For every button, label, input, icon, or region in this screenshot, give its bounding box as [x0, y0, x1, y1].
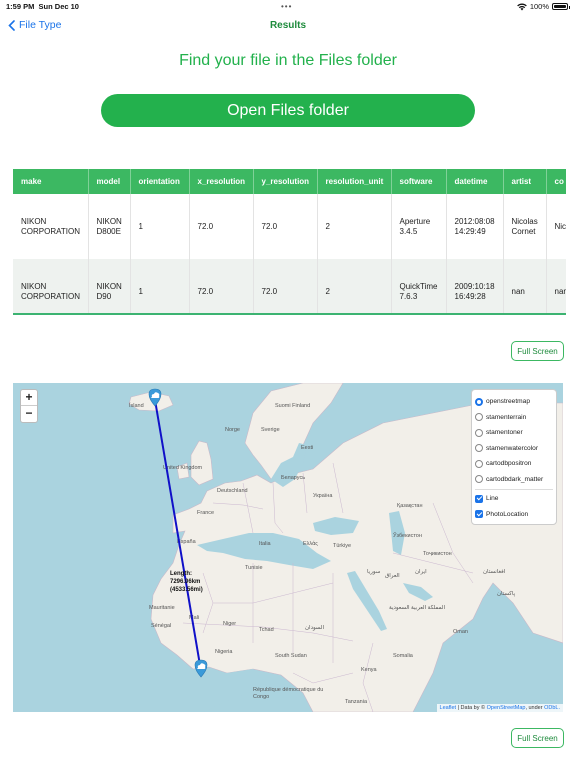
table-cell: Aperture 3.4.5	[391, 194, 447, 259]
layer-label: cartodbpositron	[486, 460, 532, 468]
column-header-y-resolution[interactable]: y_resolution	[253, 169, 318, 194]
column-header-copyright[interactable]: co	[546, 169, 566, 194]
layer-label: cartodbdark_matter	[486, 475, 544, 483]
table-cell: Nic Co	[546, 194, 566, 259]
table-cell: nan	[503, 259, 547, 313]
table-row: NIKON CORPORATION NIKON D800E 1 72.0 72.…	[13, 194, 566, 259]
map-full-screen-button[interactable]: Full Screen	[511, 728, 564, 748]
column-header-datetime[interactable]: datetime	[446, 169, 504, 194]
status-bar: 1:59 PM Sun Dec 10 ••• 100%	[0, 0, 576, 12]
table-cell: NIKON CORPORATION	[13, 259, 89, 313]
wifi-icon	[517, 3, 527, 10]
length-mi: (4533.56mi)	[170, 587, 203, 593]
battery-percent: 100%	[529, 2, 549, 11]
table-cell: 72.0	[189, 194, 254, 259]
route-length-label: Length: 7296.06km (4533.56mi)	[170, 570, 203, 594]
table-cell: 1	[130, 259, 190, 313]
layer-label: stamenterrain	[486, 413, 527, 421]
table-header-row: make model orientation x_resolution y_re…	[13, 169, 566, 194]
overlay-label: Line	[486, 495, 499, 503]
column-header-software[interactable]: software	[391, 169, 447, 194]
column-header-orientation[interactable]: orientation	[130, 169, 190, 194]
table-full-screen-button[interactable]: Full Screen	[511, 341, 564, 361]
map-view[interactable]: Ísland Suomi Finland Norge Sverige Eesti…	[13, 383, 563, 712]
radio-icon[interactable]	[475, 444, 483, 453]
radio-icon[interactable]	[475, 413, 483, 422]
table-cell: NIKON D90	[88, 259, 131, 313]
length-km: 7296.06km	[170, 579, 201, 585]
table-cell: 72.0	[189, 259, 254, 313]
attribution-text: , under	[525, 705, 545, 711]
layer-option-stamenterrain[interactable]: stamenterrain	[475, 410, 553, 426]
radio-selected-icon[interactable]	[475, 397, 483, 406]
checkbox-checked-icon[interactable]	[475, 494, 483, 503]
zoom-out-button[interactable]: −	[21, 406, 37, 422]
radio-icon[interactable]	[475, 459, 483, 468]
table-cell: 2	[317, 259, 392, 313]
column-header-x-resolution[interactable]: x_resolution	[189, 169, 254, 194]
photo-location-marker	[194, 659, 208, 678]
layer-option-cartodbpositron[interactable]: cartodbpositron	[475, 456, 553, 472]
layer-option-openstreetmap[interactable]: openstreetmap	[475, 394, 553, 410]
layer-option-cartodbdark-matter[interactable]: cartodbdark_matter	[475, 472, 553, 488]
multitasking-dots-icon[interactable]: •••	[281, 2, 292, 11]
layer-option-stamenwatercolor[interactable]: stamenwatercolor	[475, 441, 553, 457]
radio-icon[interactable]	[475, 475, 483, 484]
table-cell: Nicolas Cornet	[503, 194, 547, 259]
photo-location-marker	[148, 388, 162, 407]
odbl-link[interactable]: ODbL.	[544, 705, 560, 711]
open-files-folder-button[interactable]: Open Files folder	[101, 94, 475, 127]
layer-label: stamenwatercolor	[486, 444, 539, 452]
table-cell: 1	[130, 194, 190, 259]
layer-label: openstreetmap	[486, 398, 530, 406]
table-cell: nan	[546, 259, 566, 313]
column-header-artist[interactable]: artist	[503, 169, 547, 194]
length-title: Length:	[170, 571, 192, 577]
column-header-make[interactable]: make	[13, 169, 89, 194]
overlay-option-line[interactable]: Line	[475, 491, 553, 507]
layer-separator	[475, 489, 553, 490]
table-cell: NIKON CORPORATION	[13, 194, 89, 259]
attribution-text: | Data by ©	[456, 705, 487, 711]
overlay-option-photolocation[interactable]: PhotoLocation	[475, 507, 553, 523]
route-line	[154, 399, 202, 672]
headline: Find your file in the Files folder	[179, 52, 397, 69]
zoom-in-button[interactable]: +	[21, 390, 37, 406]
radio-icon[interactable]	[475, 428, 483, 437]
table-cell: NIKON D800E	[88, 194, 131, 259]
overlay-label: PhotoLocation	[486, 510, 529, 518]
table-cell: 2	[317, 194, 392, 259]
navigation-bar: File Type Results	[0, 12, 576, 40]
checkbox-checked-icon[interactable]	[475, 510, 483, 519]
table-cell: QuickTime 7.6.3	[391, 259, 447, 313]
map-attribution: Leaflet | Data by © OpenStreetMap, under…	[436, 704, 563, 712]
leaflet-link[interactable]: Leaflet	[440, 705, 457, 711]
table-cell: 72.0	[253, 194, 318, 259]
column-header-model[interactable]: model	[88, 169, 131, 194]
table-cell: 2012:08:08 14:29:49	[446, 194, 504, 259]
table-cell: 2009:10:18 16:49:28	[446, 259, 504, 313]
layer-option-stamentoner[interactable]: stamentoner	[475, 425, 553, 441]
column-header-resolution-unit[interactable]: resolution_unit	[317, 169, 392, 194]
table-row: NIKON CORPORATION NIKON D90 1 72.0 72.0 …	[13, 259, 566, 313]
openstreetmap-link[interactable]: OpenStreetMap	[487, 705, 526, 711]
page-title: Results	[269, 20, 307, 31]
table-cell: 72.0	[253, 259, 318, 313]
status-time: 1:59 PM Sun Dec 10	[6, 2, 79, 11]
zoom-control: + −	[20, 389, 38, 423]
battery-icon	[552, 3, 570, 10]
layer-label: stamentoner	[486, 429, 523, 437]
layer-control: openstreetmap stamenterrain stamentoner …	[471, 389, 557, 525]
exif-table[interactable]: make model orientation x_resolution y_re…	[13, 169, 566, 315]
